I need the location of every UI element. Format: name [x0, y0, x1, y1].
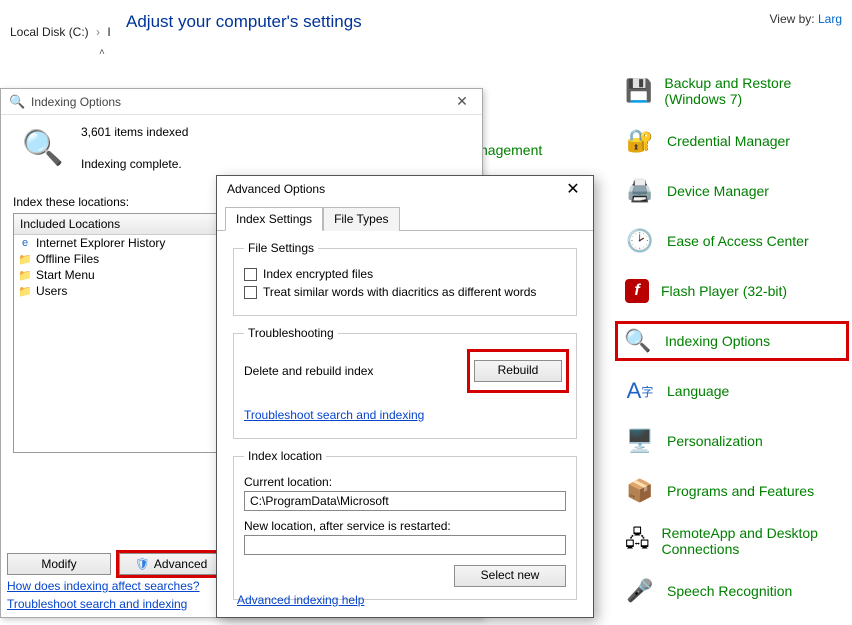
dialog-title: Indexing Options	[31, 95, 121, 109]
tab-index-settings[interactable]: Index Settings	[225, 207, 323, 231]
location-label: Users	[36, 284, 67, 298]
shield-icon: 🛡	[135, 556, 150, 572]
ie-icon: e	[18, 237, 32, 249]
checkbox-diacritics[interactable]: Treat similar words with diacritics as d…	[244, 285, 566, 299]
cp-item-language[interactable]: A字 Language	[625, 375, 845, 407]
checkbox-icon[interactable]	[244, 286, 257, 299]
magnifier-icon: 🔍	[9, 94, 25, 110]
file-settings-group: File Settings Index encrypted files Trea…	[233, 241, 577, 316]
link-troubleshoot-search[interactable]: Troubleshoot search and indexing	[244, 408, 566, 422]
troubleshooting-group: Troubleshooting Delete and rebuild index…	[233, 326, 577, 439]
tab-file-types[interactable]: File Types	[323, 207, 399, 231]
view-by-label: View by:	[769, 12, 814, 26]
backup-icon: 💾	[625, 76, 652, 106]
group-legend: Troubleshooting	[244, 326, 338, 340]
select-new-button[interactable]: Select new	[454, 565, 566, 587]
indexing-big-icon: 🔍	[21, 126, 65, 170]
checkbox-icon[interactable]	[244, 268, 257, 281]
link-affect-searches[interactable]: How does indexing affect searches?	[7, 579, 200, 593]
flash-icon: f	[625, 279, 649, 303]
link-advanced-help[interactable]: Advanced indexing help	[237, 593, 364, 607]
cp-label: Personalization	[667, 433, 763, 449]
modify-button[interactable]: Modify	[7, 553, 111, 575]
new-location-field[interactable]	[244, 535, 566, 555]
cp-label: Language	[667, 383, 729, 399]
advanced-options-dialog: Advanced Options ✕ Index Settings File T…	[216, 175, 594, 618]
control-panel-items: 💾 Backup and Restore (Windows 7) 🔐 Crede…	[625, 75, 845, 625]
cp-label: Programs and Features	[667, 483, 814, 499]
ease-icon: 🕑	[625, 226, 655, 256]
language-icon: A字	[625, 376, 655, 406]
breadcrumb-next[interactable]: I	[107, 25, 110, 39]
device-icon: 🖨️	[625, 176, 655, 206]
folder-icon: 📁	[18, 285, 32, 298]
dialog-title: Advanced Options	[227, 182, 325, 196]
index-location-group: Index location Current location: New loc…	[233, 449, 577, 600]
location-label: Internet Explorer History	[36, 236, 165, 250]
tab-strip: Index Settings File Types	[217, 206, 593, 231]
cp-item-credential[interactable]: 🔐 Credential Manager	[625, 125, 845, 157]
indexed-count: 3,601 items indexed	[81, 125, 188, 139]
indexing-icon: 🔍	[623, 326, 653, 356]
cp-label: Indexing Options	[665, 333, 770, 349]
cp-item-speech[interactable]: 🎤 Speech Recognition	[625, 575, 845, 607]
chevron-up-icon[interactable]: ˄	[99, 47, 105, 58]
personalization-icon: 🖥️	[625, 426, 655, 456]
cp-label: Flash Player (32-bit)	[661, 283, 787, 299]
new-location-label: New location, after service is restarted…	[244, 519, 566, 533]
breadcrumb[interactable]: Local Disk (C:) › I	[10, 25, 111, 39]
dialog-titlebar[interactable]: 🔍 Indexing Options ✕	[1, 89, 482, 115]
page-title: Adjust your computer's settings	[126, 12, 852, 32]
breadcrumb-segment[interactable]: Local Disk (C:)	[10, 25, 89, 39]
programs-icon: 📦	[625, 476, 655, 506]
checkbox-encrypted[interactable]: Index encrypted files	[244, 267, 566, 281]
cp-label: Device Manager	[667, 183, 769, 199]
link-troubleshoot[interactable]: Troubleshoot search and indexing	[7, 597, 200, 611]
current-location-field[interactable]	[244, 491, 566, 511]
location-label: Start Menu	[36, 268, 95, 282]
cp-label: Speech Recognition	[667, 583, 792, 599]
partial-item-label[interactable]: nagement	[480, 142, 542, 158]
cp-item-remoteapp[interactable]: 🖧 RemoteApp and Desktop Connections	[625, 525, 845, 557]
credential-icon: 🔐	[625, 126, 655, 156]
delete-rebuild-label: Delete and rebuild index	[244, 364, 373, 378]
folder-icon: 📁	[18, 253, 32, 266]
cp-item-personalization[interactable]: 🖥️ Personalization	[625, 425, 845, 457]
dialog-titlebar[interactable]: Advanced Options ✕	[217, 176, 593, 202]
folder-icon: 📁	[18, 269, 32, 282]
checkbox-label: Treat similar words with diacritics as d…	[263, 285, 536, 299]
advanced-button[interactable]: 🛡 Advanced	[119, 553, 223, 575]
cp-label: Ease of Access Center	[667, 233, 809, 249]
cp-label: RemoteApp and Desktop Connections	[662, 525, 845, 557]
cp-label: Backup and Restore (Windows 7)	[664, 75, 845, 107]
remoteapp-icon: 🖧	[625, 526, 650, 556]
cp-label: Credential Manager	[667, 133, 790, 149]
location-label: Offline Files	[36, 252, 99, 266]
speech-icon: 🎤	[625, 576, 655, 606]
group-legend: File Settings	[244, 241, 318, 255]
cp-item-backup[interactable]: 💾 Backup and Restore (Windows 7)	[625, 75, 845, 107]
group-legend: Index location	[244, 449, 326, 463]
cp-item-indexing[interactable]: 🔍 Indexing Options	[619, 325, 845, 357]
close-icon[interactable]: ✕	[450, 93, 474, 110]
close-icon[interactable]: ✕	[563, 179, 583, 199]
breadcrumb-separator-icon: ›	[96, 25, 100, 39]
cp-item-programs[interactable]: 📦 Programs and Features	[625, 475, 845, 507]
checkbox-label: Index encrypted files	[263, 267, 373, 281]
cp-item-device[interactable]: 🖨️ Device Manager	[625, 175, 845, 207]
current-location-label: Current location:	[244, 475, 566, 489]
rebuild-button[interactable]: Rebuild	[474, 360, 562, 382]
cp-item-ease[interactable]: 🕑 Ease of Access Center	[625, 225, 845, 257]
cp-item-flash[interactable]: f Flash Player (32-bit)	[625, 275, 845, 307]
advanced-button-label: Advanced	[154, 556, 207, 572]
view-by-value[interactable]: Larg	[818, 12, 842, 26]
indexing-status: Indexing complete.	[81, 157, 188, 171]
